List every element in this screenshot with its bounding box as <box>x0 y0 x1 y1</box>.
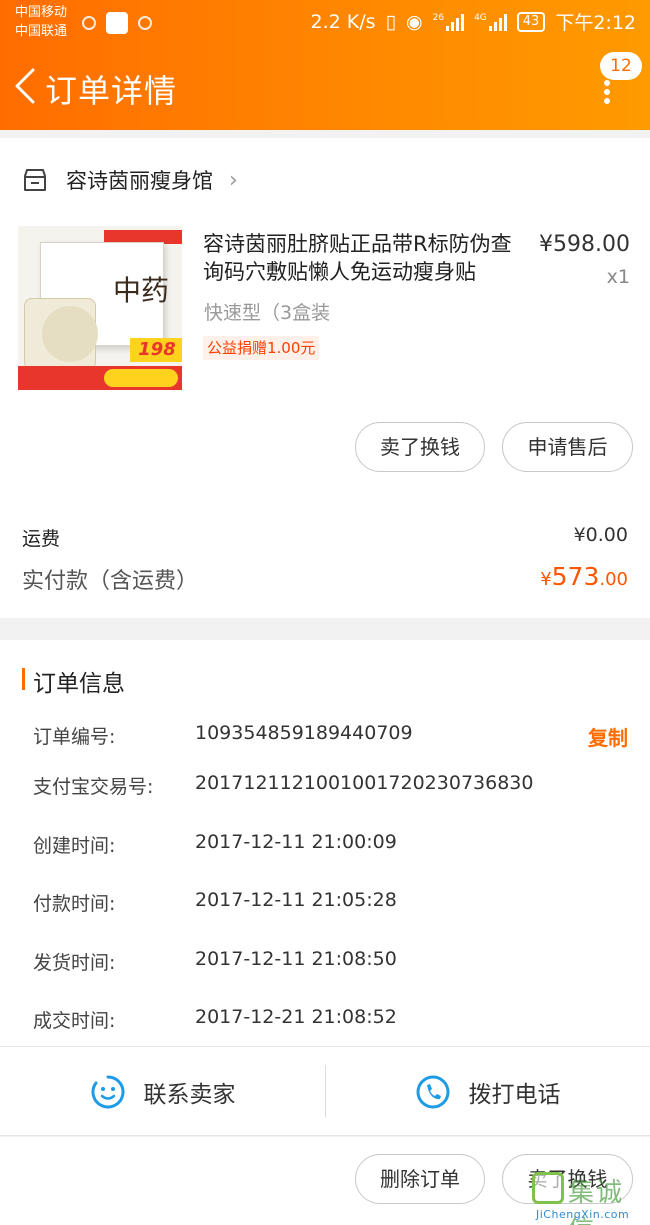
product-thumbnail[interactable]: 中药 198 <box>18 226 182 390</box>
shop-name: 容诗茵丽瘦身馆 <box>66 169 213 193</box>
chat-face-icon <box>91 1075 124 1109</box>
app-header: 中国移动 中国联通 2.2 K/s ▯ ◉ 26 4G 43 下午2:12 订单… <box>0 0 650 130</box>
watermark-logo-icon <box>532 1172 564 1204</box>
sell-for-cash-button[interactable]: 卖了换钱 <box>355 422 485 472</box>
shop-icon <box>24 169 46 191</box>
contact-bar: 联系卖家 拨打电话 <box>0 1046 650 1136</box>
carrier-info: 中国移动 中国联通 <box>15 3 67 41</box>
page-title: 订单详情 <box>45 72 178 110</box>
net-speed: 2.2 K/s <box>310 10 376 33</box>
product-title[interactable]: 容诗茵丽肚脐贴正品带R标防伪查询码穴敷贴懒人免运动瘦身贴 <box>203 230 513 286</box>
vibrate-icon: ▯ <box>385 10 397 33</box>
watermark-url: JiChengXin.com <box>536 1208 630 1221</box>
carrier-1: 中国移动 <box>15 5 68 20</box>
contact-seller-label: 联系卖家 <box>143 1082 236 1108</box>
signal-1-icon: 26 <box>433 13 465 31</box>
copy-button[interactable]: 复制 <box>588 722 628 751</box>
eye-icon: ◉ <box>406 10 423 33</box>
order-info-title: 订单信息 <box>33 671 125 697</box>
status-bar: 中国移动 中国联通 2.2 K/s ▯ ◉ 26 4G 43 下午2:12 <box>0 0 650 44</box>
paid-amount: ¥573.00 <box>540 562 628 591</box>
message-count-badge[interactable]: 12 <box>600 52 642 80</box>
status-right: 2.2 K/s ▯ ◉ 26 4G 43 下午2:12 <box>311 8 636 35</box>
more-menu-icon[interactable] <box>603 80 611 104</box>
call-phone-label: 拨打电话 <box>468 1082 561 1108</box>
contact-seller-button[interactable]: 联系卖家 <box>0 1047 325 1137</box>
apply-aftersale-button[interactable]: 申请售后 <box>502 422 633 472</box>
order-info-section: 订单信息 订单编号: 109354859189440709 复制 支付宝交易号:… <box>0 640 650 1050</box>
signal-2-icon: 4G <box>474 13 507 31</box>
shipping-label: 运费 <box>22 528 61 550</box>
shop-link[interactable]: 容诗茵丽瘦身馆 › <box>22 162 238 198</box>
product-price: ¥598.00 <box>539 232 630 257</box>
delete-order-button[interactable]: 删除订单 <box>355 1154 485 1204</box>
section-accent-bar <box>22 668 25 690</box>
chevron-right-icon: › <box>229 167 238 193</box>
phone-icon <box>416 1075 449 1109</box>
charity-tag: 公益捐赠1.00元 <box>203 336 320 360</box>
notification-icons <box>82 12 152 34</box>
product-sku: 快速型（3盒装 <box>204 302 331 324</box>
carrier-2: 中国联通 <box>15 24 68 39</box>
record-icon <box>138 16 152 30</box>
call-phone-button[interactable]: 拨打电话 <box>325 1047 650 1137</box>
back-arrow-icon[interactable] <box>14 68 36 104</box>
shield-icon <box>82 16 96 30</box>
thumbnail-text: 中药 <box>113 274 170 307</box>
watermark: 集诚信 JiChengXin.com <box>532 1172 650 1225</box>
thumbnail-price: 198 <box>130 338 182 362</box>
clock: 下午2:12 <box>555 12 636 34</box>
paid-label: 实付款（含运费） <box>22 569 199 594</box>
order-item-card: 容诗茵丽瘦身馆 › 中药 198 容诗茵丽肚脐贴正品带R标防伪查询码穴敷贴懒人免… <box>0 138 650 618</box>
product-quantity: x1 <box>606 266 630 288</box>
battery-indicator: 43 <box>516 11 546 32</box>
app-notification-icon <box>106 12 128 34</box>
shipping-value: ¥0.00 <box>573 524 628 546</box>
